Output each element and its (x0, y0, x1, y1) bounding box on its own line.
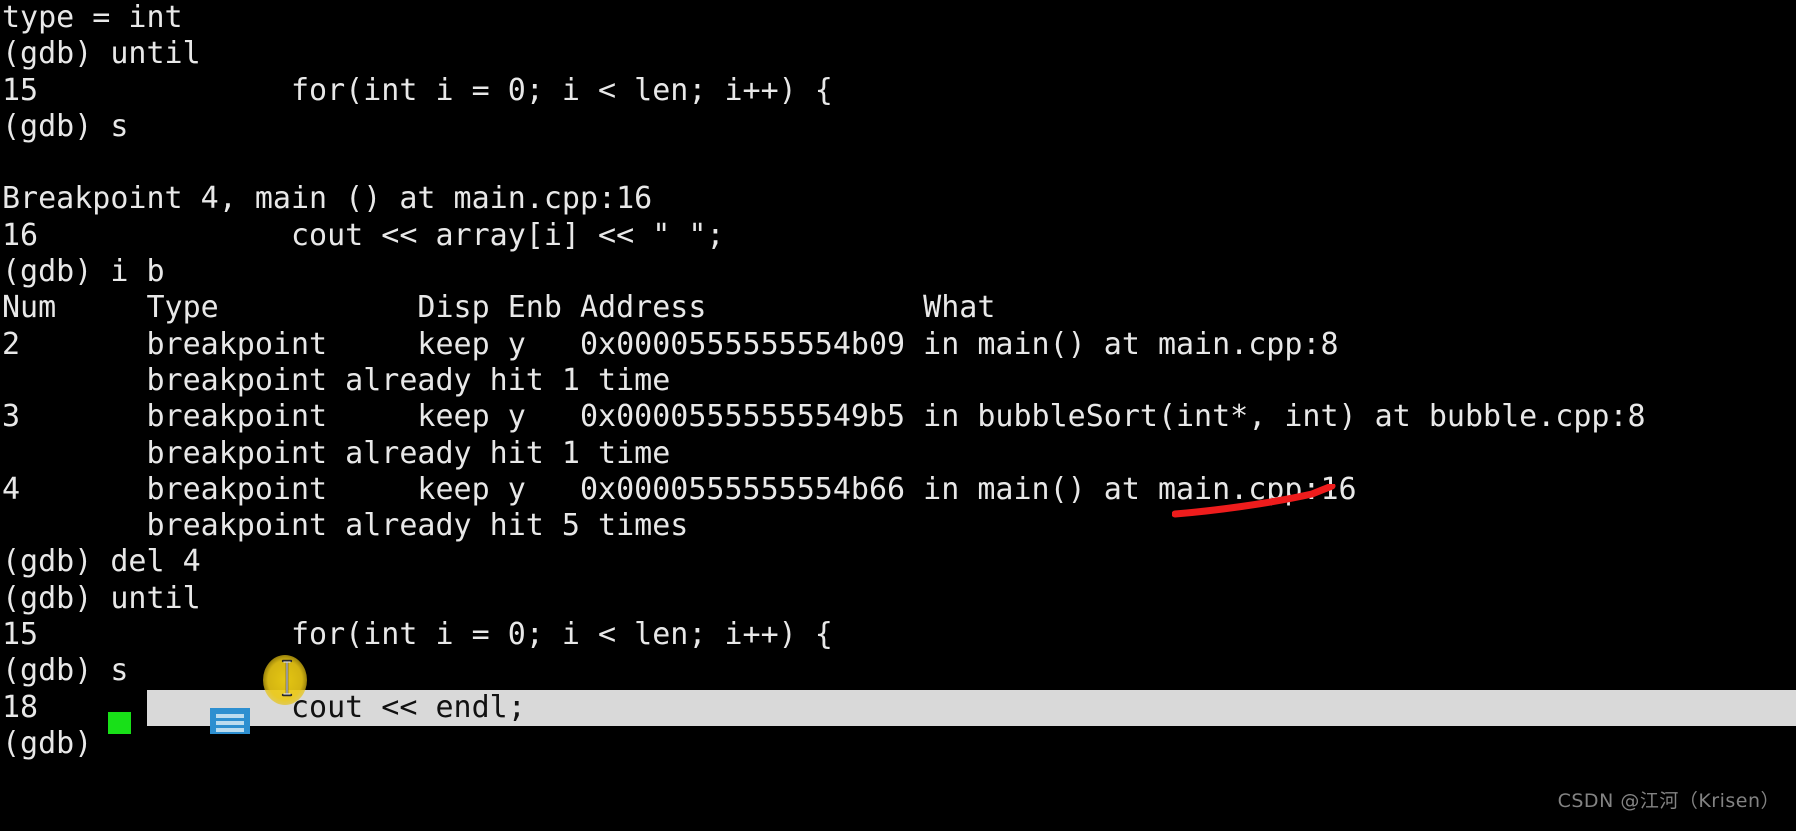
highlighted-source-line-18: 18 cout << endl; (2, 689, 1796, 726)
terminal-line-cmd-step-1: (gdb) s (2, 108, 129, 144)
csdn-watermark: CSDN @江河（Krisen） (1557, 790, 1780, 812)
terminal-line-src-15-b: 15 for(int i = 0; i < len; i++) { (2, 617, 833, 653)
terminal-line-type-int: type = int (2, 0, 183, 35)
terminal-line-breakpoint-hit: Breakpoint 4, main () at main.cpp:16 (2, 181, 653, 217)
gdb-terminal[interactable]: type = int (gdb) until 15 for(int i = 0;… (0, 0, 1796, 831)
blue-block-bar (216, 728, 244, 732)
breakpoint-row-4: 4 breakpoint keep y 0x0000555555554b66 i… (2, 471, 1357, 507)
blue-block-bar (216, 714, 244, 718)
terminal-line-cmd-step-2: (gdb) s (2, 653, 129, 689)
breakpoint-row-3: 3 breakpoint keep y 0x00005555555549b5 i… (2, 399, 1646, 435)
bottom-black-strip (0, 817, 1796, 831)
terminal-line-src-16: 16 cout << array[i] << " "; (2, 217, 725, 253)
terminal-last-prompt: (gdb) (2, 725, 93, 761)
terminal-screenshot: type = int (gdb) until 15 for(int i = 0;… (0, 0, 1796, 831)
highlighted-source-text: cout << endl; (146, 689, 526, 725)
breakpoint-row-4-hitcount: breakpoint already hit 5 times (2, 508, 689, 544)
terminal-line-src-15-a: 15 for(int i = 0; i < len; i++) { (2, 72, 833, 108)
green-cursor-block (108, 712, 131, 734)
terminal-line-cmd-info-break: (gdb) i b (2, 254, 165, 290)
blue-indicator-block[interactable] (210, 708, 250, 734)
breakpoint-row-2: 2 breakpoint keep y 0x0000555555554b09 i… (2, 326, 1339, 362)
terminal-line-cmd-until-2: (gdb) until (2, 580, 201, 616)
blue-block-bar (216, 721, 244, 725)
terminal-line-cmd-delete-4: (gdb) del 4 (2, 544, 201, 580)
breakpoint-row-2-hitcount: breakpoint already hit 1 time (2, 362, 671, 398)
terminal-line-cmd-until-1: (gdb) until (2, 36, 201, 72)
breakpoint-table-header: Num Type Disp Enb Address What (2, 290, 996, 326)
breakpoint-row-3-hitcount: breakpoint already hit 1 time (2, 435, 671, 471)
